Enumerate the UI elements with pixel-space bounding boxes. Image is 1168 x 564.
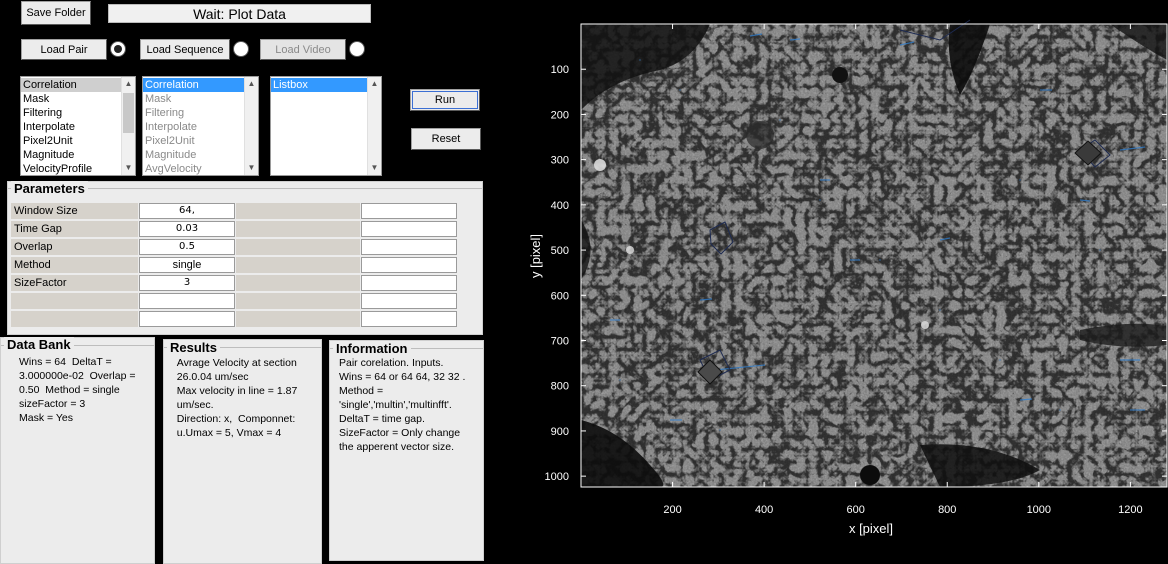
scroll-down-icon[interactable]: ▼ (368, 161, 381, 175)
param-label (236, 203, 360, 219)
list-item[interactable]: Correlation (21, 78, 135, 92)
status-text: Wait: Plot Data (108, 4, 371, 23)
param-field[interactable] (361, 311, 457, 327)
y-tick-label: 400 (551, 200, 569, 212)
param-label (236, 221, 360, 237)
param-label (236, 239, 360, 255)
param-label (236, 275, 360, 291)
param-field[interactable] (361, 275, 457, 291)
y-tick-label: 100 (551, 64, 569, 76)
results-text: Avrage Velocity at section 26.0.04 um/se… (176, 357, 298, 439)
param-field[interactable] (361, 221, 457, 237)
list-item[interactable]: VelocityProfile (21, 162, 135, 175)
output-listbox[interactable]: Listbox ▲ ▼ (270, 76, 382, 176)
information-title: Information (333, 341, 411, 356)
list-item[interactable]: Mask (143, 92, 258, 106)
param-label (11, 293, 138, 309)
velocity-plot[interactable]: 200 400 600 800 1000 1200 100 200 300 400 500 600 7… (520, 0, 1168, 564)
scroll-down-icon[interactable]: ▼ (122, 161, 135, 175)
list-item[interactable]: Mask (21, 92, 135, 106)
y-tick-label: 600 (551, 290, 569, 302)
list-item[interactable]: Correlation (143, 78, 258, 92)
param-label: Time Gap (11, 221, 138, 237)
window-size-field[interactable]: 64, (139, 203, 235, 219)
y-tick-label: 700 (551, 336, 569, 348)
list-item[interactable]: Interpolate (21, 120, 135, 134)
run-button[interactable]: Run (410, 89, 480, 111)
microscopy-image (581, 19, 1167, 487)
y-tick-label: 1000 (545, 471, 569, 483)
param-label: Overlap (11, 239, 138, 255)
x-tick-label: 1000 (1027, 504, 1051, 516)
load-sequence-radio[interactable] (233, 41, 249, 57)
x-tick-label: 400 (755, 504, 773, 516)
y-axis-label: y [pixel] (528, 234, 543, 278)
scroll-down-icon[interactable]: ▼ (245, 161, 258, 175)
save-folder-button[interactable]: Save Folder (21, 1, 91, 25)
list-item[interactable]: Pixel2Unit (21, 134, 135, 148)
scroll-up-icon[interactable]: ▲ (245, 77, 258, 91)
list-item[interactable]: Pixel2Unit (143, 134, 258, 148)
param-label: Method (11, 257, 138, 273)
x-tick-label: 200 (663, 504, 681, 516)
param-field[interactable] (139, 311, 235, 327)
x-tick-label: 600 (847, 504, 865, 516)
listbox-scrollbar[interactable]: ▲ ▼ (367, 77, 381, 175)
method-field[interactable]: single (139, 257, 235, 273)
list-item[interactable]: Magnitude (143, 148, 258, 162)
y-tick-label: 200 (551, 109, 569, 121)
x-axis-label: x [pixel] (849, 521, 893, 536)
list-item[interactable]: AvgVelocity (143, 162, 258, 175)
information-text: Pair corelation. Inputs. Wins = 64 or 64… (339, 357, 466, 453)
param-label: Window Size (11, 203, 138, 219)
param-field[interactable] (361, 239, 457, 255)
scroll-up-icon[interactable]: ▲ (368, 77, 381, 91)
list-item[interactable]: Filtering (21, 106, 135, 120)
databank-title: Data Bank (4, 337, 74, 352)
load-pair-button[interactable]: Load Pair (21, 39, 107, 60)
param-label (236, 293, 360, 309)
time-gap-field[interactable]: 0.03 (139, 221, 235, 237)
load-pair-radio[interactable] (110, 41, 126, 57)
param-field[interactable] (361, 203, 457, 219)
y-tick-label: 900 (551, 426, 569, 438)
listbox-scrollbar[interactable]: ▲ ▼ (121, 77, 135, 175)
selected-process-listbox[interactable]: Correlation Mask Filtering Interpolate P… (142, 76, 259, 176)
scroll-up-icon[interactable]: ▲ (122, 77, 135, 91)
listbox-scrollbar[interactable]: ▲ ▼ (244, 77, 258, 175)
results-title: Results (167, 340, 220, 355)
list-item[interactable]: Magnitude (21, 148, 135, 162)
process-listbox[interactable]: Correlation Mask Filtering Interpolate P… (20, 76, 136, 176)
param-field[interactable] (361, 257, 457, 273)
load-sequence-button[interactable]: Load Sequence (140, 39, 230, 60)
reset-button[interactable]: Reset (411, 128, 481, 150)
param-label: SizeFactor (11, 275, 138, 291)
list-item[interactable]: Filtering (143, 106, 258, 120)
list-item[interactable]: Interpolate (143, 120, 258, 134)
scroll-thumb[interactable] (123, 93, 134, 133)
x-tick-label: 800 (938, 504, 956, 516)
param-label (236, 257, 360, 273)
overlap-field[interactable]: 0.5 (139, 239, 235, 255)
param-label (11, 311, 138, 327)
load-video-radio[interactable] (349, 41, 365, 57)
param-label (236, 311, 360, 327)
param-field[interactable] (361, 293, 457, 309)
x-tick-label: 1200 (1118, 504, 1142, 516)
y-tick-label: 800 (551, 381, 569, 393)
databank-text: Wins = 64 DeltaT = 3.000000e-02 Overlap … (19, 356, 136, 424)
y-tick-label: 500 (551, 245, 569, 257)
parameters-title: Parameters (11, 181, 88, 196)
param-field[interactable] (139, 293, 235, 309)
y-tick-label: 300 (551, 155, 569, 167)
list-item[interactable]: Listbox (271, 78, 381, 92)
size-factor-field[interactable]: 3 (139, 275, 235, 291)
load-video-button[interactable]: Load Video (260, 39, 346, 60)
